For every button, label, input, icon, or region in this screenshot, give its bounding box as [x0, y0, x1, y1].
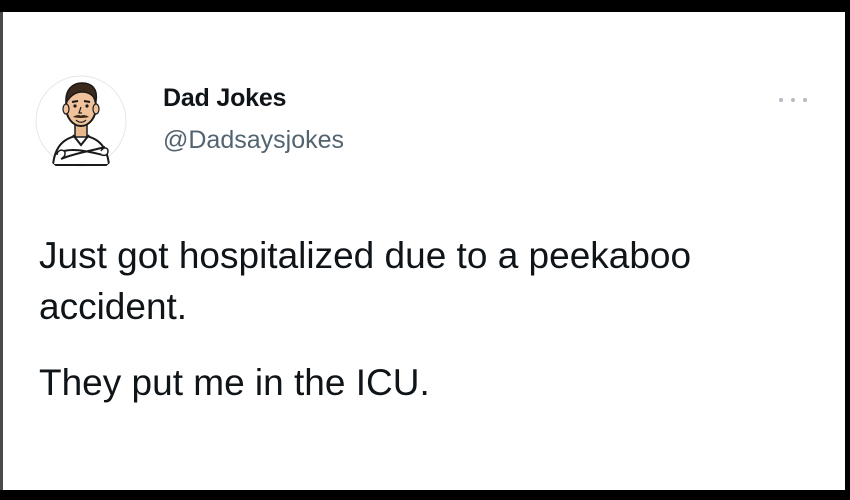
tweet-text-paragraph-2: They put me in the ICU. [39, 362, 430, 403]
tweet-card: Dad Jokes @Dadsaysjokes Just got hospita… [3, 12, 845, 490]
avatar[interactable] [35, 67, 127, 175]
cartoon-dad-avatar-icon [35, 75, 127, 167]
more-options-button[interactable] [779, 92, 807, 108]
author-display-name[interactable]: Dad Jokes [163, 84, 286, 113]
tweet-text-paragraph-1: Just got hospitalized due to a peekaboo … [39, 235, 692, 327]
more-options-icon-dot [803, 98, 807, 102]
more-options-icon [779, 98, 783, 102]
more-options-icon-dot [791, 98, 795, 102]
author-handle[interactable]: @Dadsaysjokes [163, 126, 344, 155]
screenshot-frame: Dad Jokes @Dadsaysjokes Just got hospita… [0, 0, 850, 500]
